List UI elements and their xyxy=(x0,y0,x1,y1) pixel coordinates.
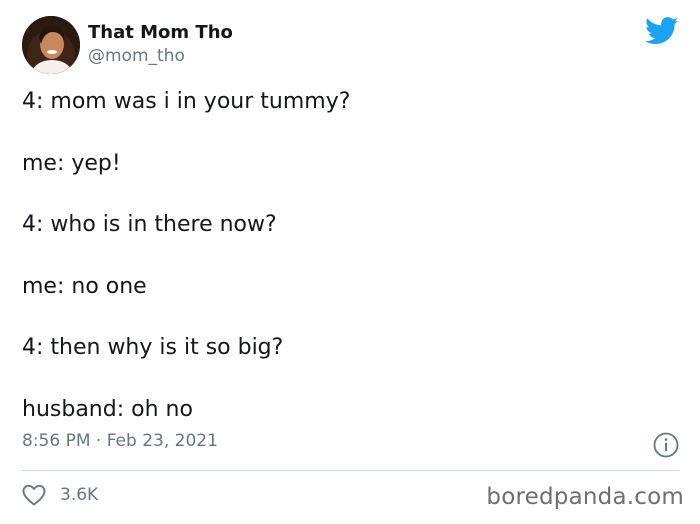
tweet-line: 4: who is in there now? xyxy=(22,212,277,237)
like-count: 3.6K xyxy=(60,485,99,505)
watermark: boredpanda.com xyxy=(486,484,684,510)
like-button[interactable]: 3.6K xyxy=(22,484,98,506)
avatar[interactable] xyxy=(22,16,80,74)
tweet-card: That Mom Tho @mom_tho 4: mom was i in yo… xyxy=(0,0,700,524)
user-avatar-photo xyxy=(22,16,80,74)
tweet-line: 4: mom was i in your tummy? xyxy=(22,89,351,114)
heart-icon xyxy=(22,484,46,506)
author-display-name[interactable]: That Mom Tho xyxy=(88,22,233,43)
tweet-line: 4: then why is it so big? xyxy=(22,335,284,360)
twitter-bird-icon[interactable] xyxy=(645,17,679,45)
author-handle[interactable]: @mom_tho xyxy=(88,46,185,66)
tweet-text: 4: mom was i in your tummy? me: yep! 4: … xyxy=(22,88,662,457)
info-icon[interactable] xyxy=(653,432,679,458)
tweet-line: me: yep! xyxy=(22,150,121,176)
tweet-timestamp[interactable]: 8:56 PM · Feb 23, 2021 xyxy=(22,431,218,451)
tweet-line: me: no one xyxy=(22,273,147,299)
divider xyxy=(22,470,680,471)
